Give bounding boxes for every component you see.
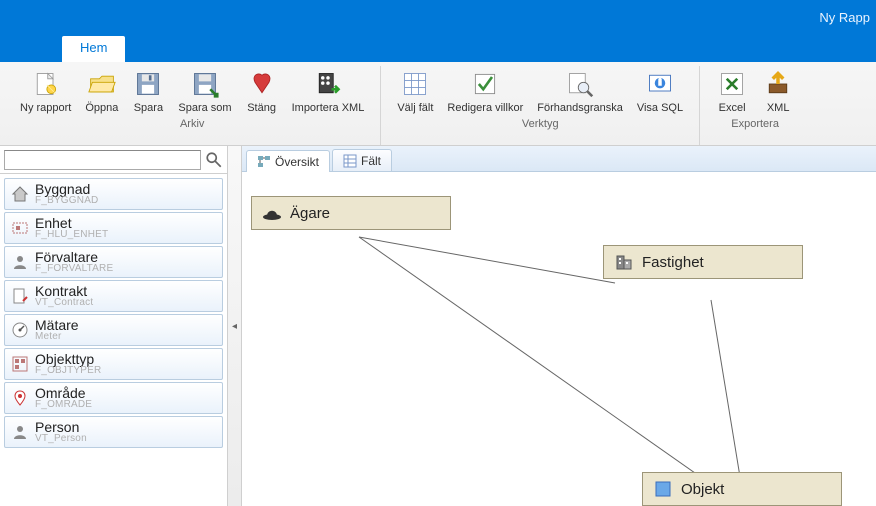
- grid-icon: [399, 68, 431, 100]
- chevron-left-icon: ◂: [232, 321, 237, 332]
- ribbon-group-verktyg: Välj fält Redigera villkor Förhandsgrans…: [391, 66, 700, 145]
- checkbox-icon: [469, 68, 501, 100]
- import-xml-button[interactable]: Importera XML: [286, 66, 371, 116]
- open-button[interactable]: Öppna: [79, 66, 124, 116]
- node-fastighet[interactable]: Fastighet: [603, 245, 803, 279]
- import-xml-icon: [312, 68, 344, 100]
- save-button[interactable]: Spara: [126, 66, 170, 116]
- entity-item-byggnad[interactable]: ByggnadF_BYGGNAD: [4, 178, 223, 210]
- entity-item-enhet[interactable]: EnhetF_HLU_ENHET: [4, 212, 223, 244]
- node-objekt[interactable]: Objekt: [642, 472, 842, 506]
- edit-conditions-button[interactable]: Redigera villkor: [441, 66, 529, 116]
- objtype-icon: [11, 355, 29, 373]
- tabstrip: Översikt Fält: [242, 146, 876, 172]
- tab-fields[interactable]: Fält: [332, 149, 392, 171]
- titlebar: Ny Rapp Hem: [0, 0, 876, 62]
- tab-overview[interactable]: Översikt: [246, 150, 330, 172]
- house-icon: [11, 185, 29, 203]
- entity-item-kontrakt[interactable]: KontraktVT_Contract: [4, 280, 223, 312]
- canvas-area: Översikt Fält Ägare Fastighet: [242, 146, 876, 506]
- search-icon[interactable]: [205, 151, 223, 169]
- entity-list: ByggnadF_BYGGNAD EnhetF_HLU_ENHET Förval…: [0, 174, 227, 506]
- preview-button[interactable]: Förhandsgranska: [531, 66, 629, 116]
- left-panel: ByggnadF_BYGGNAD EnhetF_HLU_ENHET Förval…: [0, 146, 228, 506]
- fields-icon: [343, 154, 357, 168]
- ribbon-group-label-arkiv: Arkiv: [14, 118, 370, 130]
- object-icon: [653, 479, 673, 499]
- hat-icon: [262, 203, 282, 223]
- ribbon-group-arkiv: Ny rapport Öppna Spara Spara som: [14, 66, 381, 145]
- entity-item-omrade[interactable]: OmrådeF_OMRADE: [4, 382, 223, 414]
- new-report-button[interactable]: Ny rapport: [14, 66, 77, 116]
- overview-icon: [257, 155, 271, 169]
- gauge-icon: [11, 321, 29, 339]
- new-report-icon: [30, 68, 62, 100]
- excel-icon: [716, 68, 748, 100]
- save-as-button[interactable]: Spara som: [172, 66, 237, 116]
- person-icon: [11, 253, 29, 271]
- searchbar: [0, 146, 227, 174]
- entity-item-forvaltare[interactable]: FörvaltareF_FORVALTARE: [4, 246, 223, 278]
- select-fields-button[interactable]: Välj fält: [391, 66, 439, 116]
- doc-icon: [11, 287, 29, 305]
- window-title: Ny Rapp: [819, 10, 870, 25]
- floppy-icon: [132, 68, 164, 100]
- search-input[interactable]: [4, 150, 201, 170]
- ribbon-tab-hem[interactable]: Hem: [62, 36, 125, 62]
- person-icon: [11, 423, 29, 441]
- export-excel-button[interactable]: Excel: [710, 66, 754, 116]
- entity-item-person[interactable]: PersonVT_Person: [4, 416, 223, 448]
- floppy-saveas-icon: [189, 68, 221, 100]
- close-icon: [246, 68, 278, 100]
- node-agare[interactable]: Ägare: [251, 196, 451, 230]
- collapse-bar[interactable]: ◂: [228, 146, 242, 506]
- entity-item-objekttyp[interactable]: ObjekttypF_OBJTYPER: [4, 348, 223, 380]
- pin-icon: [11, 389, 29, 407]
- canvas[interactable]: Ägare Fastighet Objekt: [242, 172, 876, 506]
- main-body: ByggnadF_BYGGNAD EnhetF_HLU_ENHET Förval…: [0, 146, 876, 506]
- entity-item-matare[interactable]: MätareMeter: [4, 314, 223, 346]
- folder-open-icon: [86, 68, 118, 100]
- show-sql-button[interactable]: Visa SQL: [631, 66, 689, 116]
- building-icon: [614, 252, 634, 272]
- export-xml-button[interactable]: XML: [756, 66, 800, 116]
- ribbon: Ny rapport Öppna Spara Spara som: [0, 62, 876, 146]
- magnifier-icon: [564, 68, 596, 100]
- unit-icon: [11, 219, 29, 237]
- xml-export-icon: [762, 68, 794, 100]
- close-button[interactable]: Stäng: [240, 66, 284, 116]
- ribbon-group-exportera: Excel XML Exportera: [710, 66, 810, 145]
- ribbon-group-label-verktyg: Verktyg: [391, 118, 689, 130]
- ribbon-group-label-exportera: Exportera: [710, 118, 800, 130]
- sql-icon: [644, 68, 676, 100]
